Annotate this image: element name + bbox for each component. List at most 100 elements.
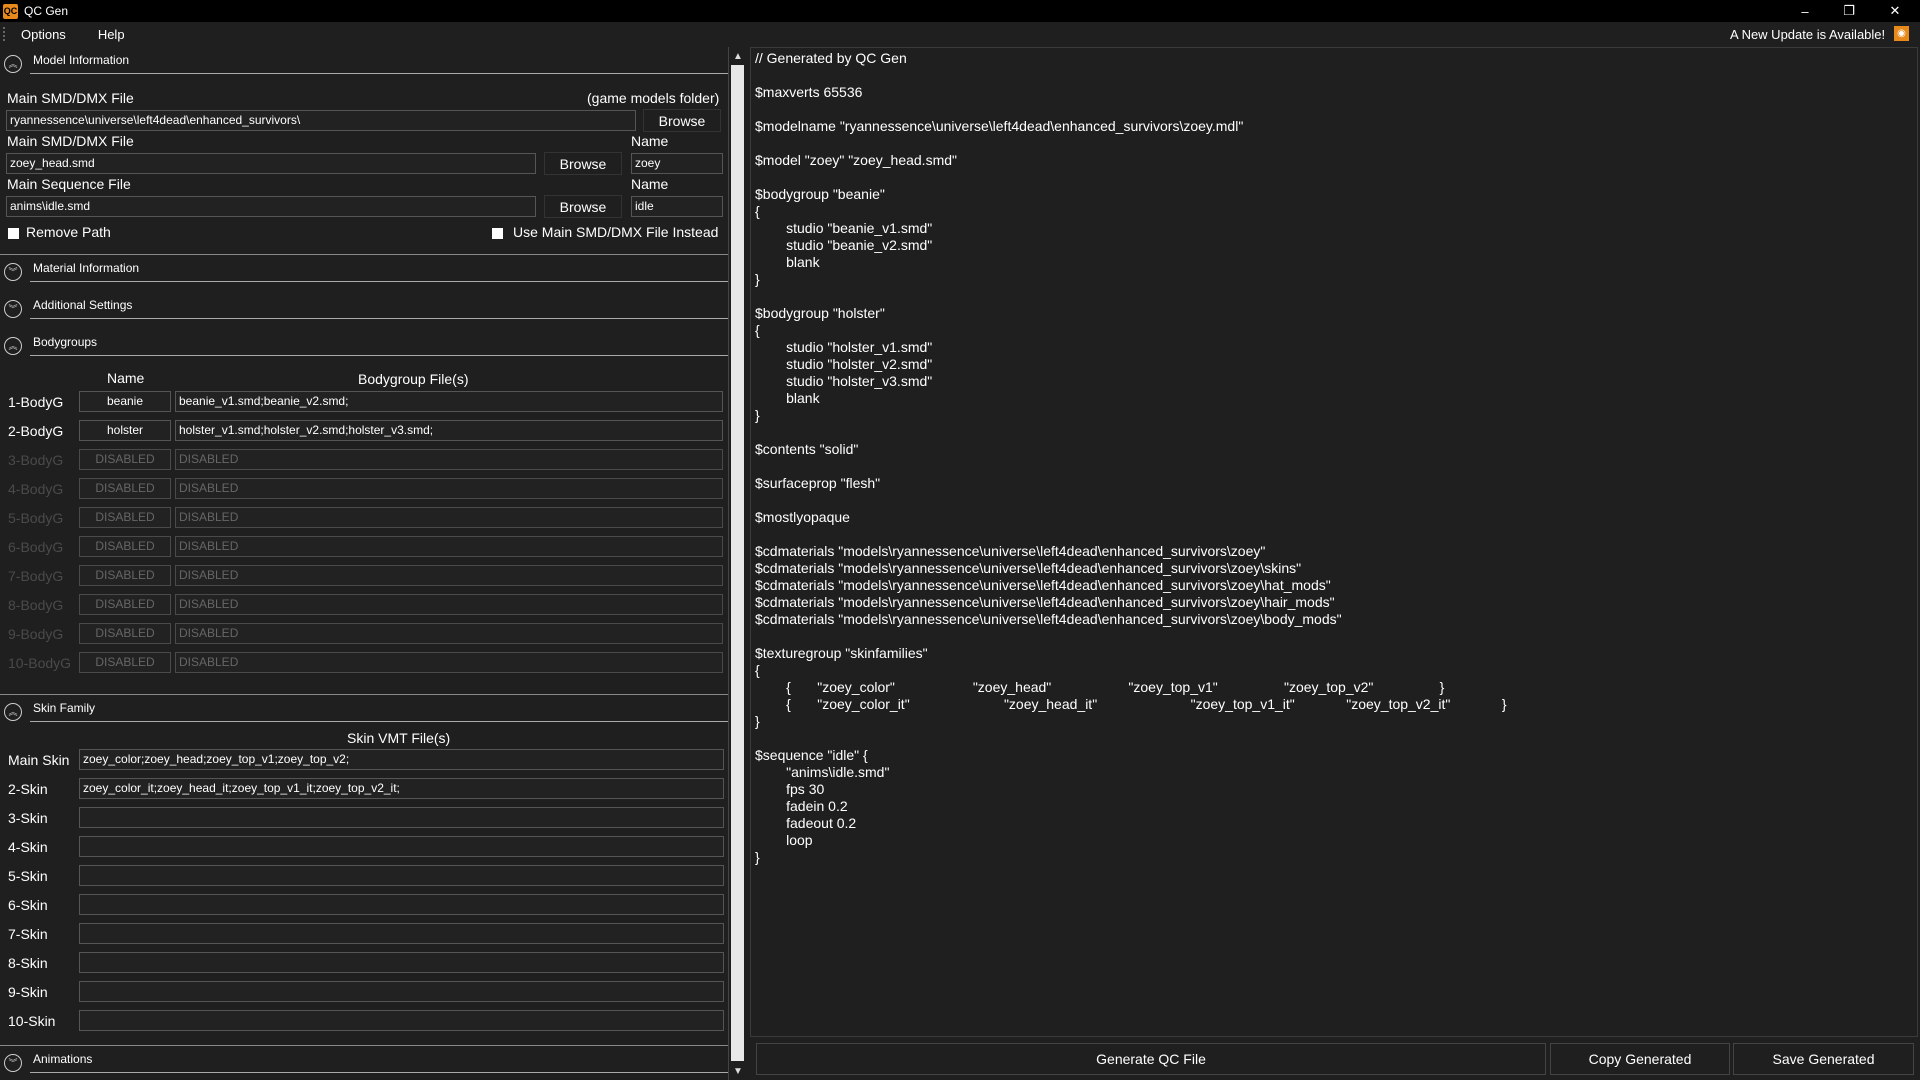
model-name-input[interactable]: zoey: [631, 153, 723, 174]
bodygroup-row-label: 10-BodyG: [8, 655, 72, 671]
model-info-header[interactable]: ︽ Model Information: [0, 47, 728, 77]
sequence-name-input[interactable]: idle: [631, 196, 723, 217]
bodygroup-name-input[interactable]: DISABLED: [79, 594, 171, 615]
animations-header[interactable]: ︾ Animations: [0, 1046, 728, 1076]
bodygroup-files-input[interactable]: DISABLED: [175, 536, 723, 557]
skin-row-label: Main Skin: [8, 752, 70, 768]
expand-icon[interactable]: ︾: [4, 1054, 22, 1072]
sequence-name-label: Name: [631, 176, 669, 192]
additional-settings-header[interactable]: ︾ Additional Settings: [0, 292, 728, 322]
bodygroup-name-input[interactable]: DISABLED: [79, 623, 171, 644]
settings-scrollbar[interactable]: ▲ ▼: [728, 47, 746, 1080]
window-title: QC Gen: [24, 4, 69, 18]
bodygroup-row-label: 9-BodyG: [8, 626, 64, 642]
skin-row-label: 9-Skin: [8, 984, 48, 1000]
bodygroup-files-input[interactable]: beanie_v1.smd;beanie_v2.smd;: [175, 391, 723, 412]
minimize-button[interactable]: –: [1782, 0, 1828, 22]
bodygroup-files-input[interactable]: holster_v1.smd;holster_v2.smd;holster_v3…: [175, 420, 723, 441]
collapse-icon[interactable]: ︽: [4, 55, 22, 73]
skin-files-input[interactable]: [79, 836, 724, 857]
collapse-icon[interactable]: ︽: [4, 337, 22, 355]
use-main-file-checkbox[interactable]: [492, 228, 503, 239]
skin-files-input[interactable]: zoey_color;zoey_head;zoey_top_v1;zoey_to…: [79, 749, 724, 770]
bodygroups-header[interactable]: ︽ Bodygroups: [0, 329, 728, 359]
section-divider: [30, 355, 728, 356]
skin-files-input[interactable]: [79, 1010, 724, 1031]
sequence-file-input[interactable]: anims\idle.smd: [6, 196, 536, 217]
smd-file-input[interactable]: zoey_head.smd: [6, 153, 536, 174]
bodygroup-row-label: 7-BodyG: [8, 568, 64, 584]
skin-files-input[interactable]: zoey_color_it;zoey_head_it;zoey_top_v1_i…: [79, 778, 724, 799]
skin-files-input[interactable]: [79, 923, 724, 944]
bodygroup-files-input[interactable]: DISABLED: [175, 594, 723, 615]
skin-family-title: Skin Family: [33, 701, 96, 715]
copy-generated-button[interactable]: Copy Generated: [1550, 1043, 1730, 1075]
expand-icon[interactable]: ︾: [4, 300, 22, 318]
collapse-icon[interactable]: ︽: [4, 703, 22, 721]
section-divider: [30, 73, 728, 74]
bodygroup-files-input[interactable]: DISABLED: [175, 623, 723, 644]
animations-title: Animations: [33, 1052, 93, 1066]
bodygroup-name-input[interactable]: DISABLED: [79, 507, 171, 528]
model-path-input[interactable]: ryannessence\universe\left4dead\enhanced…: [6, 110, 636, 131]
bodygroup-name-input[interactable]: beanie: [79, 391, 171, 412]
skin-row-label: 7-Skin: [8, 926, 48, 942]
skin-row-label: 3-Skin: [8, 810, 48, 826]
bodygroup-files-input[interactable]: DISABLED: [175, 507, 723, 528]
bodygroup-row-label: 6-BodyG: [8, 539, 64, 555]
scroll-down-icon[interactable]: ▼: [729, 1062, 747, 1080]
generated-code-output[interactable]: // Generated by QC Gen $maxverts 65536 $…: [750, 47, 1918, 1037]
section-divider: [30, 318, 728, 319]
skin-files-input[interactable]: [79, 894, 724, 915]
bodygroup-files-input[interactable]: DISABLED: [175, 565, 723, 586]
bodygroup-name-input[interactable]: DISABLED: [79, 652, 171, 673]
bodygroup-row-label: 3-BodyG: [8, 452, 64, 468]
browse-sequence-button[interactable]: Browse: [544, 195, 622, 218]
use-main-file-label: Use Main SMD/DMX File Instead: [513, 224, 719, 240]
menu-help[interactable]: Help: [82, 27, 141, 42]
bodygroup-row-label: 1-BodyG: [8, 394, 64, 410]
section-divider: [30, 281, 728, 282]
bodygroup-name-input[interactable]: DISABLED: [79, 478, 171, 499]
skin-files-input[interactable]: [79, 807, 724, 828]
skin-row-label: 6-Skin: [8, 897, 48, 913]
additional-settings-title: Additional Settings: [33, 298, 133, 312]
bodygroup-files-input[interactable]: DISABLED: [175, 449, 723, 470]
skin-row-label: 2-Skin: [8, 781, 48, 797]
remove-path-label: Remove Path: [26, 224, 111, 240]
bodygroup-name-input[interactable]: DISABLED: [79, 449, 171, 470]
maximize-button[interactable]: ❐: [1826, 0, 1872, 22]
browse-path-button[interactable]: Browse: [643, 109, 721, 132]
section-divider: [30, 721, 728, 722]
browse-smd-button[interactable]: Browse: [544, 152, 622, 175]
skin-family-header[interactable]: ︽ Skin Family: [0, 695, 728, 725]
menu-options[interactable]: Options: [5, 27, 82, 42]
update-notice[interactable]: A New Update is Available!: [1730, 27, 1885, 42]
bodygroup-name-input[interactable]: DISABLED: [79, 565, 171, 586]
save-generated-button[interactable]: Save Generated: [1733, 1043, 1914, 1075]
remove-path-checkbox[interactable]: [8, 228, 19, 239]
main-file-label: Main SMD/DMX File: [7, 90, 134, 106]
bodygroup-name-input[interactable]: DISABLED: [79, 536, 171, 557]
skin-row-label: 4-Skin: [8, 839, 48, 855]
bodygroup-name-header: Name: [107, 370, 145, 386]
bodygroup-files-input[interactable]: DISABLED: [175, 478, 723, 499]
bodygroup-files-input[interactable]: DISABLED: [175, 652, 723, 673]
expand-icon[interactable]: ︾: [4, 263, 22, 281]
skin-files-input[interactable]: [79, 981, 724, 1002]
bodygroup-row-label: 4-BodyG: [8, 481, 64, 497]
app-icon: QC: [3, 3, 18, 19]
scroll-thumb[interactable]: [731, 65, 744, 1061]
scroll-up-icon[interactable]: ▲: [729, 47, 747, 65]
skin-files-input[interactable]: [79, 865, 724, 886]
rss-icon[interactable]: ◉: [1894, 26, 1909, 41]
material-info-title: Material Information: [33, 261, 140, 275]
generate-qc-button[interactable]: Generate QC File: [756, 1043, 1546, 1075]
bodygroup-name-input[interactable]: holster: [79, 420, 171, 441]
bodygroup-row-label: 2-BodyG: [8, 423, 64, 439]
close-button[interactable]: ✕: [1872, 0, 1918, 22]
smd-file-label: Main SMD/DMX File: [7, 133, 134, 149]
material-info-header[interactable]: ︾ Material Information: [0, 255, 728, 285]
skin-row-label: 8-Skin: [8, 955, 48, 971]
skin-files-input[interactable]: [79, 952, 724, 973]
